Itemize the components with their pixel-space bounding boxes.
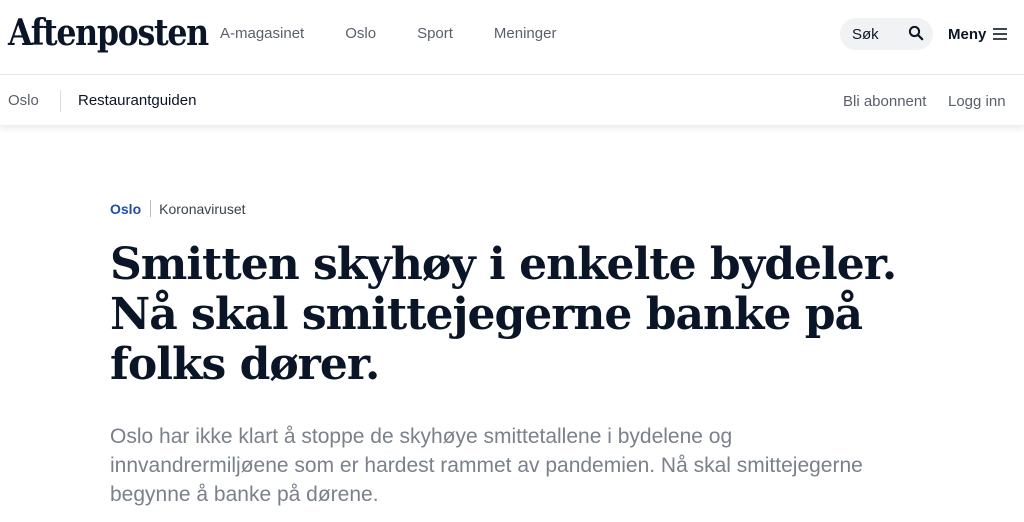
section-subnav: Oslo Restaurantguiden Bli abonnent Logg …	[0, 76, 1024, 126]
subnav-section-oslo[interactable]: Oslo	[8, 92, 39, 109]
nav-item-a-magasinet[interactable]: A-magasinet	[220, 24, 304, 44]
nav-item-oslo[interactable]: Oslo	[345, 24, 376, 44]
logo[interactable]: Aftenposten	[8, 11, 209, 55]
login-link[interactable]: Logg inn	[948, 93, 1006, 110]
nav-item-sport[interactable]: Sport	[417, 24, 453, 44]
search-box	[840, 18, 933, 50]
subscribe-link[interactable]: Bli abonnent	[843, 93, 926, 110]
search-input[interactable]	[852, 25, 912, 43]
search-button[interactable]	[907, 25, 925, 43]
search-icon	[908, 25, 924, 41]
subnav-divider	[60, 90, 61, 112]
article-kicker: Oslo Koronaviruset	[110, 200, 246, 217]
article-lead: Oslo har ikke klart å stoppe de skyhøye …	[110, 425, 863, 506]
main-nav: A-magasinet Oslo Sport Meninger	[220, 24, 597, 44]
nav-item-meninger[interactable]: Meninger	[494, 24, 557, 44]
hamburger-icon	[993, 28, 1008, 40]
menu-label: Meny	[948, 25, 987, 43]
kicker-section-link[interactable]: Oslo	[110, 201, 141, 217]
kicker-topic-link[interactable]: Koronaviruset	[159, 201, 245, 217]
subnav-item-restaurantguiden[interactable]: Restaurantguiden	[78, 92, 196, 109]
kicker-divider	[150, 200, 152, 217]
menu-button[interactable]: Meny	[948, 24, 1008, 44]
article-headline: Smitten skyhøy i enkelte bydeler. Nå ska…	[110, 239, 897, 390]
top-header: Aftenposten A-magasinet Oslo Sport Menin…	[0, 0, 1024, 75]
